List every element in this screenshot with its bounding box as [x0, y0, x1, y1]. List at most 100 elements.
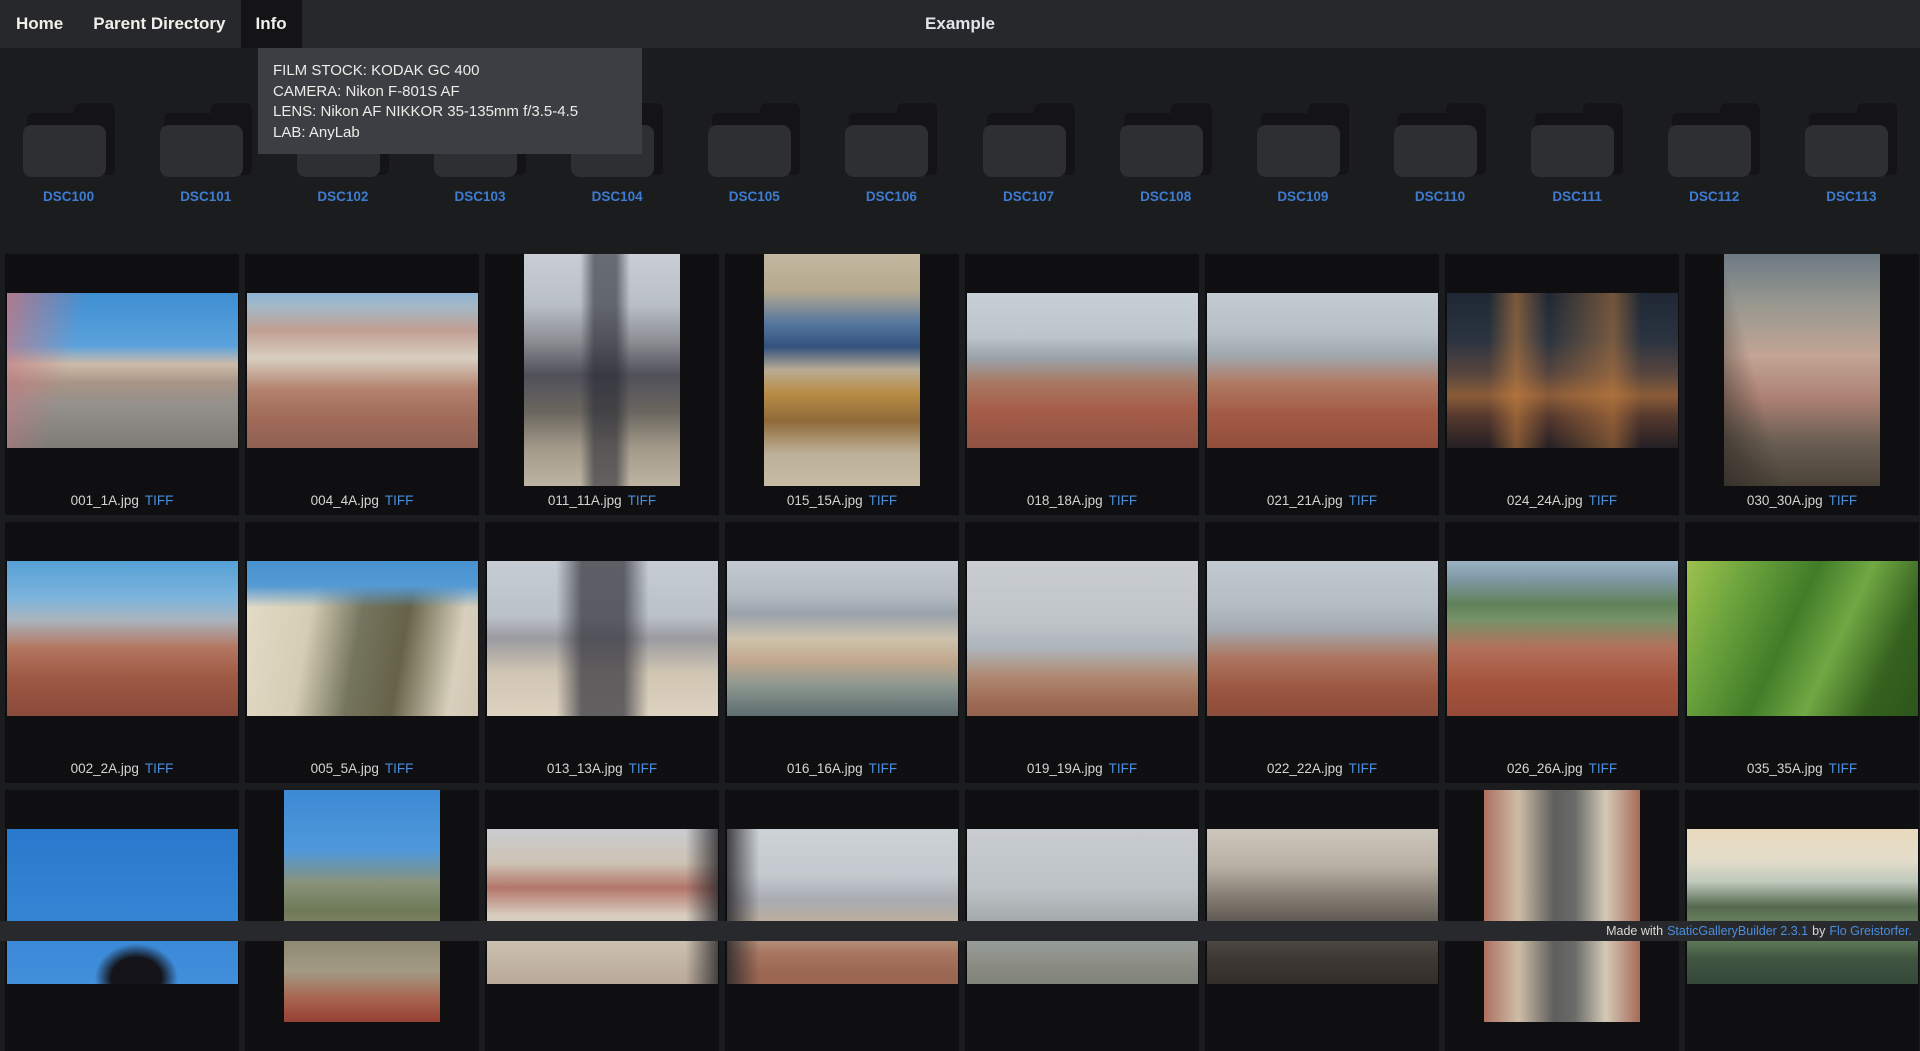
tiff-link[interactable]: TIFF: [1349, 493, 1378, 508]
tiff-link[interactable]: TIFF: [1589, 493, 1618, 508]
tiff-link[interactable]: TIFF: [1829, 493, 1858, 508]
photo-thumbnail[interactable]: [524, 254, 680, 486]
photo-row-1: 001_1A.jpgTIFF004_4A.jpgTIFF011_11A.jpgT…: [0, 254, 1920, 515]
folder-item-dsc112[interactable]: DSC112: [1646, 103, 1783, 204]
photo-thumbnail[interactable]: [1687, 829, 1918, 984]
folder-icon[interactable]: [1805, 103, 1897, 177]
tiff-link[interactable]: TIFF: [1589, 761, 1618, 776]
folder-label[interactable]: DSC100: [43, 189, 94, 204]
folder-item-dsc107[interactable]: DSC107: [960, 103, 1097, 204]
photo-filename: 015_15A.jpg: [787, 493, 863, 508]
photo-thumbnail[interactable]: [7, 829, 238, 984]
folder-item-dsc105[interactable]: DSC105: [686, 103, 823, 204]
photo-card: 021_21A.jpgTIFF: [1205, 254, 1439, 515]
folder-item-dsc109[interactable]: DSC109: [1234, 103, 1371, 204]
folder-icon[interactable]: [1120, 103, 1212, 177]
photo-thumbnail[interactable]: [487, 561, 718, 716]
tiff-link[interactable]: TIFF: [869, 493, 898, 508]
folder-item-dsc110[interactable]: DSC110: [1371, 103, 1508, 204]
photo-thumbnail[interactable]: [967, 561, 1198, 716]
folder-label[interactable]: DSC103: [454, 189, 505, 204]
tiff-link[interactable]: TIFF: [1349, 761, 1378, 776]
photo-card: 035_35A.jpgTIFF: [1685, 522, 1919, 783]
thumbnail-area: [965, 522, 1199, 754]
builder-link[interactable]: StaticGalleryBuilder 2.3.1: [1667, 924, 1808, 938]
photo-thumbnail[interactable]: [967, 293, 1198, 448]
tiff-link[interactable]: TIFF: [1829, 761, 1858, 776]
photo-thumbnail[interactable]: [7, 561, 238, 716]
folder-icon[interactable]: [708, 103, 800, 177]
folder-label[interactable]: DSC104: [592, 189, 643, 204]
folder-label[interactable]: DSC108: [1140, 189, 1191, 204]
folder-label[interactable]: DSC101: [180, 189, 231, 204]
photo-thumbnail[interactable]: [1207, 561, 1438, 716]
photo-filename: 030_30A.jpg: [1747, 493, 1823, 508]
photo-thumbnail[interactable]: [247, 561, 478, 716]
folder-label[interactable]: DSC107: [1003, 189, 1054, 204]
nav-item-home[interactable]: Home: [1, 0, 78, 48]
photo-thumbnail[interactable]: [967, 829, 1198, 984]
tiff-link[interactable]: TIFF: [145, 493, 174, 508]
folder-item-dsc106[interactable]: DSC106: [823, 103, 960, 204]
folder-icon[interactable]: [1257, 103, 1349, 177]
folder-item-dsc108[interactable]: DSC108: [1097, 103, 1234, 204]
folder-icon[interactable]: [983, 103, 1075, 177]
tooltip-line-lens: LENS: Nikon AF NIKKOR 35-135mm f/3.5-4.5: [273, 102, 627, 123]
photo-thumbnail[interactable]: [284, 790, 440, 1022]
folder-label[interactable]: DSC110: [1415, 189, 1465, 204]
folder-icon-front: [23, 125, 106, 177]
photo-thumbnail[interactable]: [764, 254, 920, 486]
photo-caption: 035_35A.jpgTIFF: [1685, 754, 1919, 783]
folder-icon[interactable]: [845, 103, 937, 177]
folder-icon[interactable]: [160, 103, 252, 177]
tiff-link[interactable]: TIFF: [385, 761, 414, 776]
folder-icon[interactable]: [1668, 103, 1760, 177]
photo-cell: 002_2A.jpgTIFF: [2, 522, 242, 783]
photo-thumbnail[interactable]: [1207, 293, 1438, 448]
photo-cell: 024_24A.jpgTIFF: [1442, 254, 1682, 515]
photo-thumbnail[interactable]: [1207, 829, 1438, 984]
folder-label[interactable]: DSC112: [1689, 189, 1739, 204]
tiff-link[interactable]: TIFF: [628, 493, 657, 508]
tiff-link[interactable]: TIFF: [145, 761, 174, 776]
folder-item-dsc111[interactable]: DSC111: [1509, 103, 1646, 204]
photo-card: 002_2A.jpgTIFF: [5, 522, 239, 783]
tiff-link[interactable]: TIFF: [629, 761, 658, 776]
photo-thumbnail[interactable]: [1484, 790, 1640, 1022]
folder-item-dsc113[interactable]: DSC113: [1783, 103, 1920, 204]
folder-label[interactable]: DSC106: [866, 189, 917, 204]
folder-label[interactable]: DSC102: [317, 189, 368, 204]
folder-icon-front: [160, 125, 243, 177]
photo-thumbnail[interactable]: [1724, 254, 1880, 486]
thumbnail-area: [485, 790, 719, 1022]
photo-thumbnail[interactable]: [7, 293, 238, 448]
tiff-link[interactable]: TIFF: [869, 761, 898, 776]
folder-icon-front: [708, 125, 791, 177]
photo-caption: [1685, 1022, 1919, 1051]
photo-thumbnail[interactable]: [247, 293, 478, 448]
author-link[interactable]: Flo Greistorfer.: [1829, 924, 1912, 938]
folder-label[interactable]: DSC109: [1277, 189, 1328, 204]
tiff-link[interactable]: TIFF: [385, 493, 414, 508]
folder-label[interactable]: DSC113: [1826, 189, 1876, 204]
photo-thumbnail[interactable]: [727, 561, 958, 716]
nav-item-parent-directory[interactable]: Parent Directory: [78, 0, 240, 48]
folder-item-dsc100[interactable]: DSC100: [0, 103, 137, 204]
photo-thumbnail[interactable]: [1447, 293, 1678, 448]
folder-item-dsc101[interactable]: DSC101: [137, 103, 274, 204]
photo-thumbnail[interactable]: [727, 829, 958, 984]
photo-thumbnail[interactable]: [487, 829, 718, 984]
folder-label[interactable]: DSC111: [1552, 189, 1602, 204]
photo-thumbnail[interactable]: [1447, 561, 1678, 716]
folder-label[interactable]: DSC105: [729, 189, 780, 204]
thumbnail-area: [5, 254, 239, 486]
folder-icon[interactable]: [1531, 103, 1623, 177]
tiff-link[interactable]: TIFF: [1109, 761, 1138, 776]
photo-card: 011_11A.jpgTIFF: [485, 254, 719, 515]
nav-item-info[interactable]: Info: [241, 0, 302, 48]
photo-caption: [725, 1022, 959, 1051]
folder-icon[interactable]: [23, 103, 115, 177]
photo-thumbnail[interactable]: [1687, 561, 1918, 716]
tiff-link[interactable]: TIFF: [1109, 493, 1138, 508]
folder-icon[interactable]: [1394, 103, 1486, 177]
